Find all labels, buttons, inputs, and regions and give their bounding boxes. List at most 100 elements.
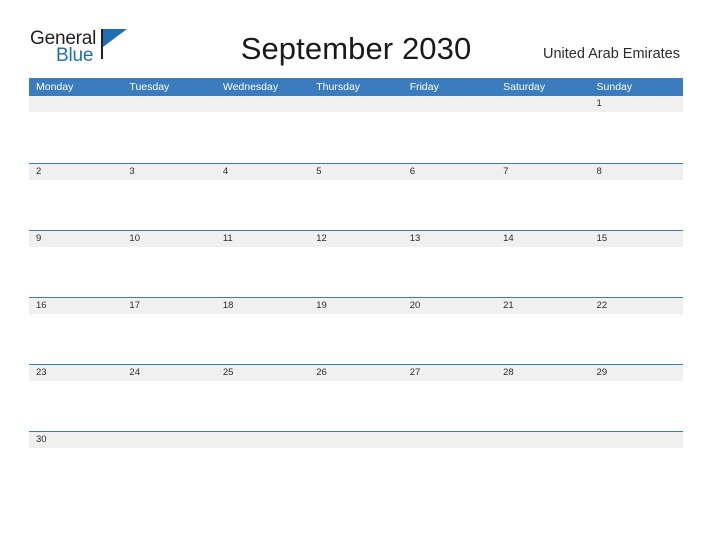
day-number: 8 <box>596 166 602 177</box>
weekday-header-thursday: Thursday <box>316 81 361 93</box>
week-row: 2 3 4 5 6 7 8 <box>29 163 683 230</box>
day-cell[interactable]: 30 <box>29 432 123 465</box>
day-band <box>589 96 683 112</box>
day-number: 6 <box>409 166 415 177</box>
day-cell[interactable]: 6 <box>402 164 497 230</box>
day-cell[interactable]: 21 <box>496 298 590 364</box>
day-number: 20 <box>409 300 421 311</box>
day-cell[interactable]: 29 <box>589 365 683 431</box>
weekday-header-friday: Friday <box>409 81 439 93</box>
day-band <box>309 164 403 180</box>
day-number: 9 <box>36 233 42 244</box>
day-number: 7 <box>503 166 509 177</box>
day-cell[interactable]: 5 <box>309 164 403 230</box>
day-cell[interactable]: 19 <box>309 298 403 364</box>
day-cell[interactable]: 20 <box>402 298 497 364</box>
day-cell[interactable]: 18 <box>215 298 310 364</box>
day-band <box>215 164 310 180</box>
day-band <box>29 164 123 180</box>
week-row: 9 10 11 12 13 14 15 <box>29 230 683 297</box>
day-cell[interactable] <box>402 96 497 163</box>
week-row: 1 <box>29 96 683 163</box>
week-row: 23 24 25 26 27 28 29 <box>29 364 683 431</box>
day-cell[interactable] <box>29 96 123 163</box>
day-band <box>402 432 497 448</box>
day-cell[interactable] <box>215 432 310 465</box>
day-cell[interactable]: 26 <box>309 365 403 431</box>
day-number: 17 <box>129 300 140 311</box>
weekday-header-monday: Monday <box>36 81 74 93</box>
day-cell[interactable]: 14 <box>496 231 590 297</box>
day-band <box>402 164 497 180</box>
day-cell[interactable]: 27 <box>402 365 497 431</box>
day-number: 18 <box>222 300 234 311</box>
day-number: 19 <box>316 300 327 311</box>
day-number: 3 <box>129 166 135 177</box>
day-cell[interactable]: 10 <box>122 231 216 297</box>
day-band <box>496 96 590 112</box>
day-number: 12 <box>316 233 327 244</box>
day-cell[interactable] <box>402 432 497 465</box>
day-cell[interactable] <box>496 96 590 163</box>
day-cell[interactable] <box>122 96 216 163</box>
day-cell[interactable] <box>122 432 216 465</box>
day-number: 29 <box>596 367 608 378</box>
day-cell[interactable]: 25 <box>215 365 310 431</box>
calendar-page: General Blue September 2030 United Arab … <box>0 0 712 550</box>
day-band <box>309 96 403 112</box>
week-row: 30 <box>29 431 683 465</box>
day-band <box>29 231 123 247</box>
weekday-header-saturday: Saturday <box>503 81 546 93</box>
day-cell[interactable] <box>589 432 683 465</box>
day-band <box>496 432 590 448</box>
day-band <box>589 432 683 448</box>
day-number: 14 <box>503 233 514 244</box>
day-band <box>589 164 683 180</box>
day-cell[interactable] <box>496 432 590 465</box>
day-number: 1 <box>596 98 602 109</box>
day-cell[interactable]: 3 <box>122 164 216 230</box>
day-band <box>29 96 123 112</box>
day-cell[interactable] <box>215 96 310 163</box>
weekday-header-sunday: Sunday <box>596 81 633 93</box>
day-band <box>496 164 590 180</box>
day-number: 30 <box>36 434 47 445</box>
calendar-grid: Monday Tuesday Wednesday Thursday Friday… <box>29 78 683 465</box>
day-cell[interactable]: 23 <box>29 365 123 431</box>
day-cell[interactable]: 1 <box>589 96 683 163</box>
day-cell[interactable]: 16 <box>29 298 123 364</box>
day-cell[interactable] <box>309 432 403 465</box>
day-number: 10 <box>129 233 140 244</box>
day-number: 24 <box>129 367 140 378</box>
day-number: 11 <box>222 233 233 244</box>
day-number: 16 <box>36 300 47 311</box>
day-cell[interactable]: 12 <box>309 231 403 297</box>
day-cell[interactable]: 15 <box>589 231 683 297</box>
day-cell[interactable]: 4 <box>215 164 310 230</box>
day-band <box>122 432 216 448</box>
weekday-header-tuesday: Tuesday <box>129 81 170 93</box>
day-band <box>402 96 497 112</box>
weekday-header-row: Monday Tuesday Wednesday Thursday Friday… <box>29 78 683 96</box>
day-number: 23 <box>36 367 47 378</box>
day-cell[interactable]: 11 <box>215 231 310 297</box>
day-cell[interactable]: 13 <box>402 231 497 297</box>
day-number: 21 <box>503 300 514 311</box>
day-cell[interactable]: 22 <box>589 298 683 364</box>
day-number: 15 <box>596 233 608 244</box>
day-cell[interactable]: 9 <box>29 231 123 297</box>
day-number: 25 <box>222 367 234 378</box>
day-cell[interactable]: 7 <box>496 164 590 230</box>
day-cell[interactable]: 8 <box>589 164 683 230</box>
day-band <box>215 96 310 112</box>
day-number: 13 <box>409 233 421 244</box>
week-row: 16 17 18 19 20 21 22 <box>29 297 683 364</box>
day-cell[interactable] <box>309 96 403 163</box>
day-cell[interactable]: 28 <box>496 365 590 431</box>
day-number: 28 <box>503 367 514 378</box>
day-cell[interactable]: 2 <box>29 164 123 230</box>
day-cell[interactable]: 24 <box>122 365 216 431</box>
weekday-header-wednesday: Wednesday <box>222 81 279 93</box>
day-cell[interactable]: 17 <box>122 298 216 364</box>
page-header: General Blue September 2030 United Arab … <box>0 0 712 78</box>
